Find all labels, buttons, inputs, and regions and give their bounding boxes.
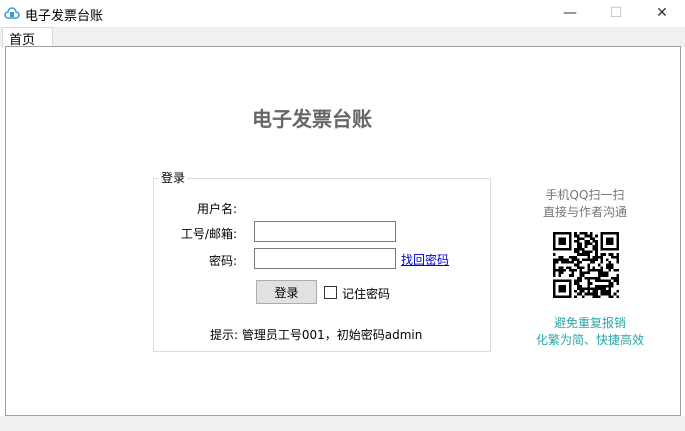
- login-button[interactable]: 登录: [256, 280, 317, 304]
- bottom-bar: [0, 416, 685, 431]
- slogan-line-1: 避免重复报销: [553, 316, 626, 330]
- minimize-button[interactable]: —: [547, 0, 593, 27]
- title-bar: 电子发票台账 — ☐ ✕: [0, 0, 685, 27]
- slogan-line-2: 化繁为简、快捷高效: [535, 333, 644, 347]
- qq-scan-text: 手机QQ扫一扫: [545, 188, 625, 202]
- remember-password-label[interactable]: 记住密码: [342, 285, 390, 302]
- window-title: 电子发票台账: [25, 9, 104, 24]
- forgot-password-link[interactable]: 找回密码: [401, 251, 449, 268]
- contact-author-text: 直接与作者沟通: [542, 205, 627, 219]
- qr-code-icon: [553, 232, 619, 298]
- login-hint: 提示: 管理员工号001，初始密码admin: [210, 328, 423, 342]
- remember-password-checkbox[interactable]: [324, 286, 337, 299]
- password-input[interactable]: [254, 248, 396, 269]
- app-cloud-icon: [4, 7, 20, 19]
- username-label: 用户名:: [196, 202, 237, 216]
- account-label: 工号/邮箱:: [180, 227, 237, 241]
- login-legend: 登录: [159, 169, 188, 186]
- tab-strip: 首页: [0, 27, 685, 48]
- page-title: 电子发票台账: [252, 107, 372, 131]
- password-label: 密码:: [208, 254, 237, 268]
- account-input[interactable]: [254, 221, 396, 242]
- close-button[interactable]: ✕: [639, 0, 685, 27]
- maximize-button[interactable]: ☐: [593, 0, 639, 27]
- tab-home[interactable]: 首页: [2, 27, 53, 48]
